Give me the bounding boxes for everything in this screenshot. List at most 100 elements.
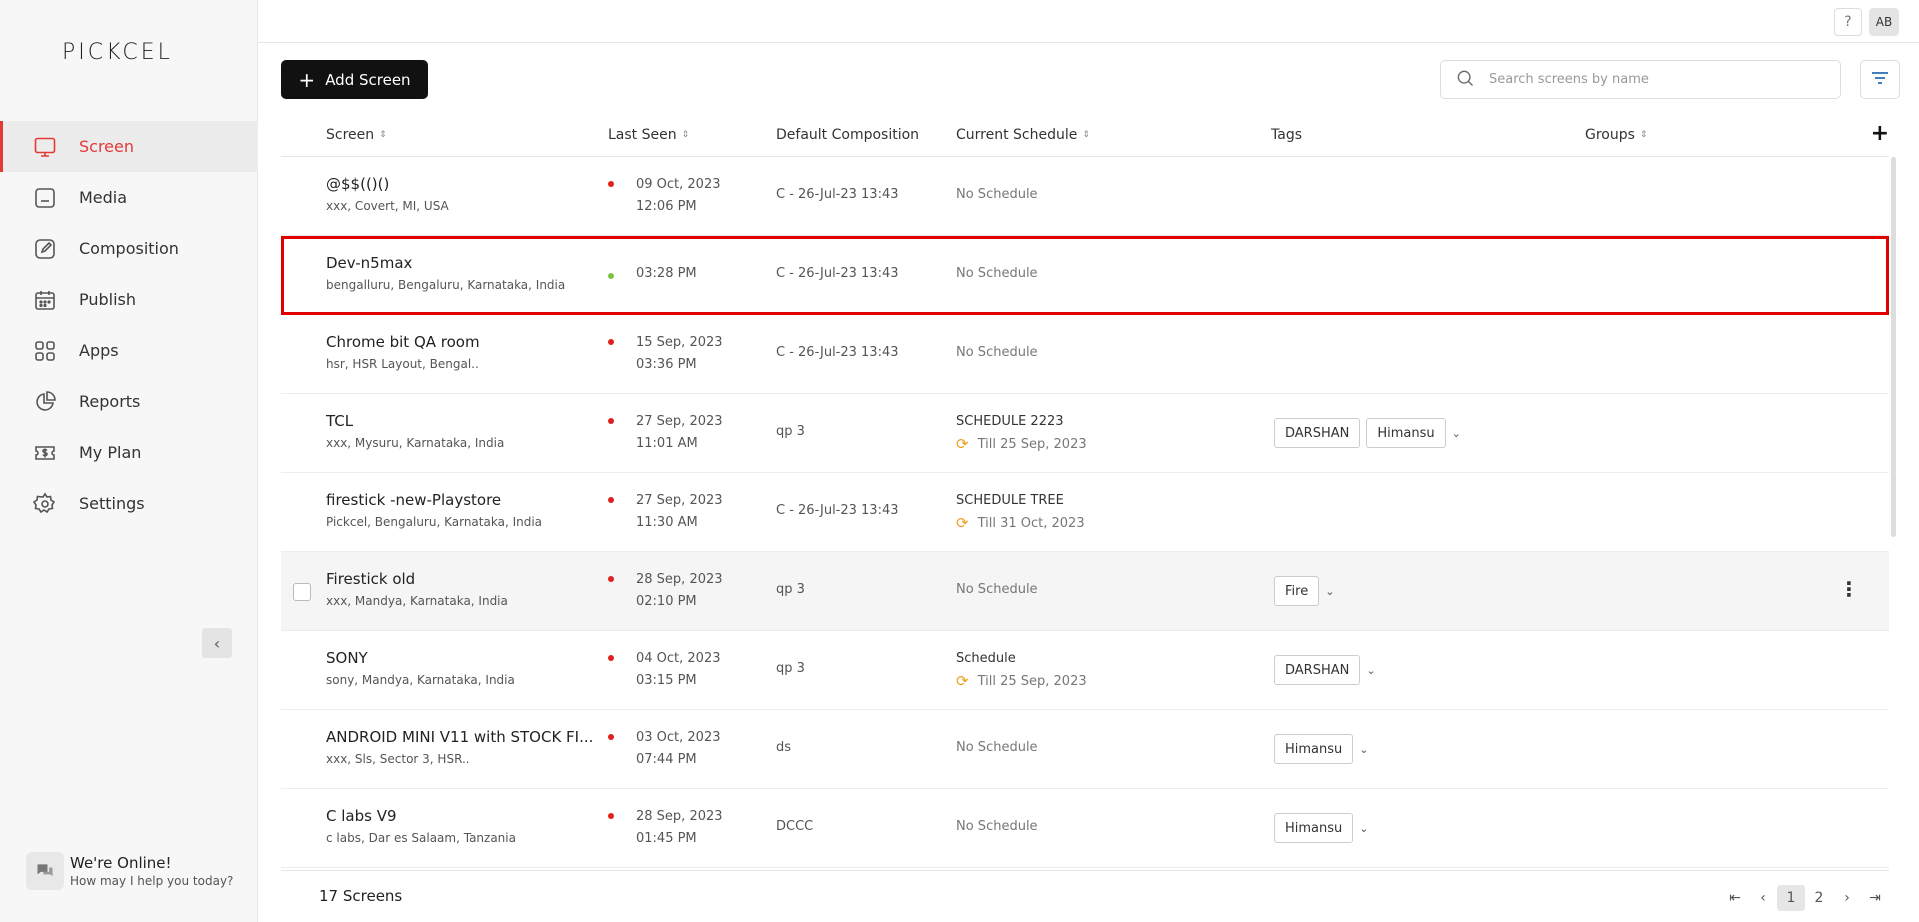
page-1-button[interactable]: 1 xyxy=(1777,885,1805,911)
filter-icon xyxy=(1870,69,1890,91)
default-composition: C - 26-Jul-23 13:43 xyxy=(776,266,899,281)
chevron-down-icon[interactable]: ⌄ xyxy=(1452,427,1461,440)
sidebar-item-apps[interactable]: Apps xyxy=(0,325,258,376)
table-row[interactable]: @$$(()() xxx, Covert, MI, USA 09 Oct, 20… xyxy=(281,157,1889,236)
status-dot-offline xyxy=(608,813,614,819)
chevron-down-icon[interactable]: ⌄ xyxy=(1325,585,1334,598)
sort-icon: ⇕ xyxy=(379,130,387,140)
sidebar-item-composition[interactable]: Composition xyxy=(0,223,258,274)
gear-icon xyxy=(33,492,57,516)
schedule-till: ⟳ Till 25 Sep, 2023 xyxy=(956,435,1087,453)
chevron-down-icon[interactable]: ⌄ xyxy=(1359,822,1368,835)
sidebar-item-publish[interactable]: Publish xyxy=(0,274,258,325)
first-page-icon[interactable]: ⇤ xyxy=(1721,885,1749,911)
page-2-button[interactable]: 2 xyxy=(1805,885,1833,911)
sidebar-item-settings[interactable]: Settings xyxy=(0,478,258,529)
more-options-icon[interactable]: ⋮ xyxy=(1839,577,1859,601)
chevron-down-icon[interactable]: ⌄ xyxy=(1359,743,1368,756)
row-checkbox[interactable] xyxy=(293,583,311,601)
table-footer: 17 Screens ⇤ ‹ 1 2 › ⇥ xyxy=(281,870,1889,922)
chevron-down-icon[interactable]: ⌄ xyxy=(1366,664,1375,677)
add-column-button[interactable]: + xyxy=(1871,121,1889,146)
screen-name[interactable]: Firestick old xyxy=(326,570,415,588)
screen-name[interactable]: ANDROID MINI V11 with STOCK FI... xyxy=(326,728,593,746)
pagination: ⇤ ‹ 1 2 › ⇥ xyxy=(1721,885,1889,911)
chat-widget[interactable]: We're Online! How may I help you today? xyxy=(26,852,233,890)
column-header-screen[interactable]: Screen ⇕ xyxy=(326,127,387,143)
screen-name[interactable]: @$$(()() xyxy=(326,175,389,193)
screen-name[interactable]: TCL xyxy=(326,412,353,430)
last-seen-time: 12:06 PM xyxy=(636,199,697,214)
pickcel-logo[interactable]: PICKCEL xyxy=(62,40,173,65)
default-composition: qp 3 xyxy=(776,424,805,439)
column-header-default-composition: Default Composition xyxy=(776,127,920,143)
status-dot-offline xyxy=(608,497,614,503)
tag-chip[interactable]: Himansu xyxy=(1366,418,1446,448)
sidebar-item-screen[interactable]: Screen xyxy=(0,121,258,172)
last-page-icon[interactable]: ⇥ xyxy=(1861,885,1889,911)
tag-chip[interactable]: DARSHAN xyxy=(1274,655,1361,685)
last-seen-date: 09 Oct, 2023 xyxy=(636,177,721,192)
table-row[interactable]: SONY sony, Mandya, Karnataka, India 04 O… xyxy=(281,631,1889,710)
prev-page-icon[interactable]: ‹ xyxy=(1749,885,1777,911)
sidebar-item-reports[interactable]: Reports xyxy=(0,376,258,427)
column-header-current-schedule[interactable]: Current Schedule ⇕ xyxy=(956,127,1090,143)
screen-name[interactable]: Chrome bit QA room xyxy=(326,333,480,351)
schedule-name[interactable]: SCHEDULE 2223 xyxy=(956,414,1064,429)
table-row[interactable]: ANDROID MINI V11 with STOCK FI... xxx, S… xyxy=(281,710,1889,789)
chat-icon xyxy=(26,852,64,890)
tag-chip[interactable]: Fire xyxy=(1274,576,1320,606)
screen-name[interactable]: Dev-n5max xyxy=(326,254,412,272)
table-row[interactable]: Chrome bit QA room hsr, HSR Layout, Beng… xyxy=(281,315,1889,394)
table-scrollbar[interactable] xyxy=(1891,157,1896,537)
tag-chip[interactable]: Himansu xyxy=(1274,813,1354,843)
tags-cell: DARSHAN ⌄ xyxy=(1274,655,1376,685)
screen-location: bengalluru, Bengaluru, Karnataka, India xyxy=(326,278,566,292)
status-dot-offline xyxy=(608,181,614,187)
last-seen-date: 04 Oct, 2023 xyxy=(636,651,721,666)
chat-subtitle: How may I help you today? xyxy=(70,874,234,888)
avatar[interactable]: AB xyxy=(1869,8,1899,36)
filter-button[interactable] xyxy=(1860,60,1900,99)
search-icon xyxy=(1455,68,1475,92)
next-page-icon[interactable]: › xyxy=(1833,885,1861,911)
column-header-groups[interactable]: Groups ⇕ xyxy=(1585,127,1647,143)
schedule-till: ⟳ Till 31 Oct, 2023 xyxy=(956,514,1085,532)
schedule-name[interactable]: Schedule xyxy=(956,651,1016,666)
search-input[interactable] xyxy=(1489,72,1809,87)
tag-chip[interactable]: DARSHAN xyxy=(1274,418,1361,448)
current-schedule: No Schedule xyxy=(956,345,1038,360)
sort-icon: ⇕ xyxy=(1639,130,1648,140)
chat-title: We're Online! xyxy=(70,854,172,872)
default-composition: C - 26-Jul-23 13:43 xyxy=(776,187,899,202)
sidebar: PICKCEL Screen Media Composition Publish xyxy=(0,0,258,922)
table-row[interactable]: TCL xxx, Mysuru, Karnataka, India 27 Sep… xyxy=(281,394,1889,473)
last-seen-date: 28 Sep, 2023 xyxy=(636,809,723,824)
tag-chip[interactable]: Himansu xyxy=(1274,734,1354,764)
screen-name[interactable]: C labs V9 xyxy=(326,807,397,825)
screen-name[interactable]: firestick -new-Playstore xyxy=(326,491,501,509)
schedule-name[interactable]: SCHEDULE TREE xyxy=(956,493,1064,508)
last-seen-date: 27 Sep, 2023 xyxy=(636,414,723,429)
screen-name[interactable]: SONY xyxy=(326,649,368,667)
add-screen-button[interactable]: + Add Screen xyxy=(281,60,428,99)
top-bar: ? AB xyxy=(258,0,1919,43)
last-seen-date: 03 Oct, 2023 xyxy=(636,730,721,745)
table-row[interactable]: firestick -new-Playstore Pickcel, Bengal… xyxy=(281,473,1889,552)
last-seen-time: 03:15 PM xyxy=(636,673,697,688)
sidebar-item-label: Publish xyxy=(79,290,137,309)
tags-cell: Himansu ⌄ xyxy=(1274,813,1369,843)
sidebar-item-label: Reports xyxy=(79,392,141,411)
table-row[interactable]: C labs V9 c labs, Dar es Salaam, Tanzani… xyxy=(281,789,1889,868)
current-schedule: No Schedule xyxy=(956,740,1038,755)
sidebar-item-media[interactable]: Media xyxy=(0,172,258,223)
search-box[interactable] xyxy=(1440,60,1841,99)
default-composition: DCCC xyxy=(776,819,814,834)
sidebar-item-my-plan[interactable]: My Plan xyxy=(0,427,258,478)
table-row-hovered[interactable]: Firestick old xxx, Mandya, Karnataka, In… xyxy=(281,552,1889,631)
column-header-last-seen[interactable]: Last Seen ⇕ xyxy=(608,127,689,143)
help-button[interactable]: ? xyxy=(1834,8,1862,36)
table-row-selected[interactable]: Dev-n5max bengalluru, Bengaluru, Karnata… xyxy=(281,236,1889,315)
column-header-tags: Tags xyxy=(1271,127,1302,143)
collapse-sidebar-button[interactable]: ‹ xyxy=(202,628,232,658)
